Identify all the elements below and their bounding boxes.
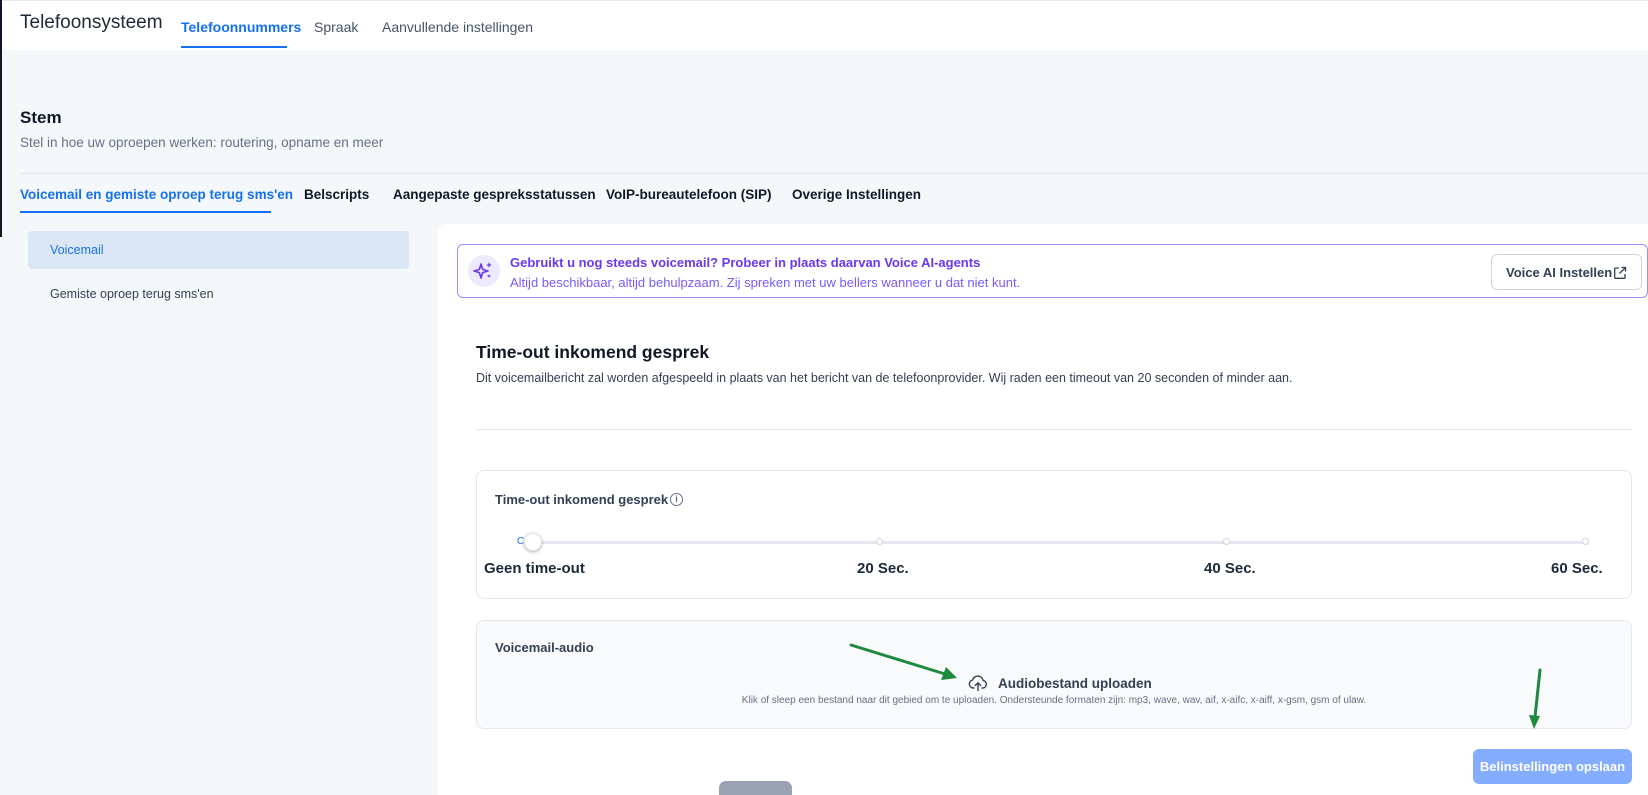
subtab-overige-instellingen[interactable]: Overige Instellingen (792, 187, 921, 202)
mark-20-sec: 20 Sec. (857, 560, 909, 577)
upload-audio-button[interactable]: Audiobestand uploaden (998, 676, 1152, 691)
active-subtab-indicator (20, 211, 271, 213)
mark-60-sec: 60 Sec. (1551, 560, 1603, 577)
timeout-box (476, 470, 1632, 599)
tab-telefoonnummers[interactable]: Telefoonnummers (181, 19, 301, 35)
annotation-arrow-upload (849, 643, 957, 680)
app-title: Telefoonsysteem (20, 12, 163, 33)
section-divider (20, 173, 1648, 174)
voice-ai-setup-label: Voice AI Instellen (1506, 265, 1613, 280)
subtab-belscripts[interactable]: Belscripts (304, 187, 369, 202)
page-subtitle: Stel in hoe uw oproepen werken: routerin… (20, 135, 384, 150)
window-edge (0, 0, 2, 237)
upload-cloud-icon[interactable] (968, 674, 988, 692)
save-call-settings-button[interactable]: Belinstellingen opslaan (1473, 749, 1632, 784)
slider-dot-40[interactable] (1223, 538, 1230, 545)
subtab-voicemail[interactable]: Voicemail en gemiste oproep terug sms'en (20, 187, 293, 202)
card-divider (476, 429, 1632, 430)
mark-geen-time-out: Geen time-out (484, 560, 585, 577)
sidebar-item-gemiste-oproep[interactable]: Gemiste oproep terug sms'en (28, 275, 409, 313)
timeout-slider-thumb[interactable] (524, 533, 542, 551)
mark-40-sec: 40 Sec. (1204, 560, 1256, 577)
card-description: Dit voicemailbericht zal worden afgespee… (476, 371, 1293, 385)
voicemail-audio-dropzone[interactable] (476, 620, 1632, 729)
external-link-icon (1614, 266, 1627, 279)
annotation-arrow-save (1529, 668, 1542, 729)
timeout-slider-track[interactable] (524, 541, 1587, 544)
page-title: Stem (20, 108, 62, 127)
tab-aanvullende-instellingen[interactable]: Aanvullende instellingen (382, 19, 533, 35)
upload-help-text: Klik of sleep een bestand naar dit gebie… (741, 695, 1367, 706)
voice-ai-banner: Gebruikt u nog steeds voicemail? Probeer… (457, 244, 1648, 298)
subtab-gespreksstatussen[interactable]: Aangepaste gespreksstatussen (393, 187, 596, 202)
tab-spraak[interactable]: Spraak (314, 19, 358, 35)
subtab-voip-sip[interactable]: VoIP-bureautelefoon (SIP) (606, 187, 772, 202)
sparkles-icon (468, 255, 500, 287)
sidebar-item-voicemail[interactable]: Voicemail (28, 231, 409, 269)
banner-subtitle: Altijd beschikbaar, altijd behulpzaam. Z… (510, 275, 1021, 290)
active-tab-indicator (181, 46, 287, 48)
bottom-scroll-handle[interactable] (719, 781, 792, 795)
card-title: Time-out inkomend gesprek (476, 342, 710, 362)
voicemail-audio-label: Voicemail-audio (495, 640, 594, 655)
info-icon[interactable]: i (670, 493, 683, 506)
voice-ai-setup-button[interactable]: Voice AI Instellen (1491, 254, 1642, 290)
slider-dot-20[interactable] (876, 538, 883, 545)
banner-title: Gebruikt u nog steeds voicemail? Probeer… (510, 255, 981, 270)
slider-dot-60[interactable] (1582, 538, 1589, 545)
timeout-label: Time-out inkomend gesprek (495, 492, 669, 507)
